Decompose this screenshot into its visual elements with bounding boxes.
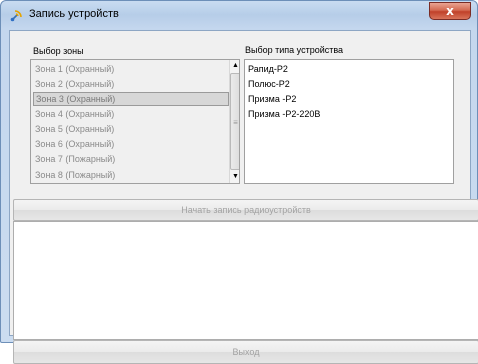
zone-list[interactable]: Зона 1 (Охранный) Зона 2 (Охранный) Зона… [30,59,240,184]
device-type-label: Выбор типа устройства [245,45,344,55]
zone-list-item[interactable]: Зона 4 (Охранный) [33,107,229,121]
device-type-item[interactable]: Призма -Р2 [248,92,296,106]
zone-list-item[interactable]: Зона 6 (Охранный) [33,137,229,151]
zone-list-item-selected[interactable]: Зона 3 (Охранный) [33,92,229,106]
zone-list-item[interactable]: Зона 7 (Пожарный) [33,152,229,166]
dialog-body: Выбор зоны Выбор типа устройства Зона 1 … [9,30,478,364]
zone-list-item[interactable]: Зона 8 (Пожарный) [33,168,229,182]
scroll-up-icon[interactable]: ▲ [230,60,239,72]
device-type-item[interactable]: Призма -Р2-220В [248,107,320,121]
scroll-down-icon[interactable]: ▼ [230,171,239,183]
window-title: Запись устройств [29,8,119,20]
device-type-item[interactable]: Полюс-Р2 [248,77,290,91]
zone-list-scrollbar[interactable]: ▲ ≡ ▼ [229,60,239,183]
title-bar[interactable]: Запись устройств x [1,1,477,29]
close-icon: x [446,4,454,18]
app-satellite-icon [10,10,22,22]
scroll-thumb-grip-icon[interactable]: ≡ [230,73,239,170]
zone-list-item[interactable]: Зона 2 (Охранный) [33,77,229,91]
start-recording-button[interactable]: Начать запись радиоустройств [13,199,478,221]
log-output-area[interactable] [13,221,478,340]
zone-list-item[interactable]: Зона 1 (Охранный) [33,62,229,76]
close-button[interactable]: x [429,2,471,20]
device-recording-window: Запись устройств x Выбор зоны Выбор типа… [0,0,478,364]
zone-select-label: Выбор зоны [33,46,84,56]
zone-list-item[interactable]: Зона 5 (Охранный) [33,122,229,136]
device-type-list[interactable]: Рапид-Р2 Полюс-Р2 Призма -Р2 Призма -Р2-… [244,59,454,184]
exit-button[interactable]: Выход [13,340,478,364]
device-type-item[interactable]: Рапид-Р2 [248,62,288,76]
